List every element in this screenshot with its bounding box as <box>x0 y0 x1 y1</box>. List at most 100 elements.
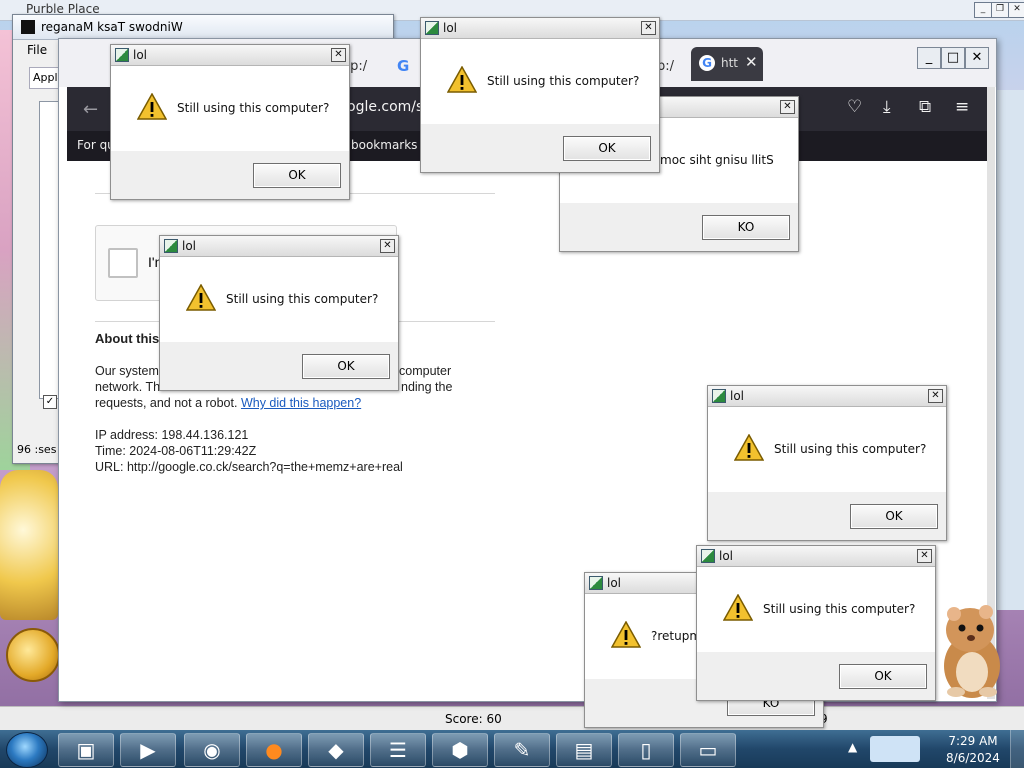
dialog-message: Still using this computer? <box>487 74 640 88</box>
download-icon[interactable]: ⤓ <box>883 97 891 117</box>
notepad-icon: ☰ <box>389 738 407 762</box>
ip-address: IP address: 198.44.136.121 <box>95 428 249 442</box>
app-icon <box>712 389 726 403</box>
dialog: lol ✕ Still using this computer? OK <box>159 235 399 391</box>
warning-icon <box>723 594 753 621</box>
paint-icon: ✎ <box>513 738 531 762</box>
screen-icon: ▭ <box>698 738 718 762</box>
menu-file[interactable]: File <box>27 43 47 57</box>
dialog-title: lol <box>443 21 458 35</box>
taskbar-item-firefox[interactable]: ● <box>246 733 302 767</box>
warning-icon <box>186 284 216 311</box>
network-icon[interactable] <box>870 736 920 762</box>
show-desktop-button[interactable] <box>1010 730 1024 768</box>
active-tab-label: htt <box>721 56 739 70</box>
menu-icon[interactable]: ≡ <box>955 97 969 117</box>
active-tab[interactable]: G htt ✕ <box>691 47 763 81</box>
paragraph-text: network. Th <box>95 380 161 394</box>
clock-date[interactable]: 8/6/2024 <box>944 751 1002 765</box>
ok-button[interactable]: KO <box>702 215 790 240</box>
dialog-footer: OK <box>708 492 946 540</box>
close-icon[interactable]: ✕ <box>917 549 932 563</box>
taskbar-item-cube[interactable]: ⬢ <box>432 733 488 767</box>
ok-button[interactable]: OK <box>253 163 341 188</box>
dialog: lol ✕ Still using this computer? OK <box>707 385 947 541</box>
task-manager-title: reganaM ksaT swodniW <box>41 20 183 34</box>
dialog-titlebar[interactable]: lol ✕ <box>708 386 946 407</box>
monitor-icon: ▤ <box>574 738 594 762</box>
taskbar-item-media[interactable]: ▶ <box>120 733 176 767</box>
task-manager-icon <box>21 20 35 34</box>
dialog-footer: KO <box>560 203 798 251</box>
taskbar-item-paint[interactable]: ✎ <box>494 733 550 767</box>
ok-button[interactable]: OK <box>563 136 651 161</box>
ok-button[interactable]: OK <box>850 504 938 529</box>
clock-time[interactable]: 7:29 AM <box>944 734 1002 748</box>
dialog-title: lol <box>182 239 197 253</box>
taskbar-item-globe[interactable]: ◉ <box>184 733 240 767</box>
dialog-title: lol <box>133 48 148 62</box>
task-manager-titlebar[interactable]: reganaM ksaT swodniW <box>13 15 393 40</box>
close-icon[interactable]: ✕ <box>331 48 346 62</box>
gold-coin-icon[interactable] <box>6 628 60 682</box>
ok-button[interactable]: OK <box>839 664 927 689</box>
close-icon[interactable]: ✕ <box>780 100 795 114</box>
taskbar-item-game[interactable]: ◆ <box>308 733 364 767</box>
taskbar-item-monitor[interactable]: ▤ <box>556 733 612 767</box>
paragraph-text: nding the <box>401 380 453 394</box>
minimize-button[interactable]: _ <box>917 47 941 69</box>
candy-jar-art <box>0 470 58 620</box>
side-window-edge <box>996 90 1024 610</box>
taskbar-item-notepad[interactable]: ☰ <box>370 733 426 767</box>
tray-arrow-icon[interactable]: ▲ <box>848 740 857 754</box>
cube-icon: ⬢ <box>451 738 469 762</box>
why-link[interactable]: Why did this happen? <box>241 396 361 410</box>
taskbar-item-tablet[interactable]: ▯ <box>618 733 674 767</box>
app-icon <box>425 21 439 35</box>
dialog-footer: OK <box>160 342 398 390</box>
warning-icon <box>734 434 764 461</box>
url-info: URL: http://google.co.ck/search?q=the+me… <box>95 460 403 474</box>
dialog-titlebar[interactable]: lol ✕ <box>697 546 935 567</box>
extensions-icon[interactable]: ⧉ <box>919 97 931 117</box>
ok-button[interactable]: OK <box>302 354 390 379</box>
dialog-message: Still using this computer? <box>177 101 330 115</box>
bookmarks-hint: bookmarks t <box>351 138 426 152</box>
pocket-icon[interactable]: ♡ <box>847 97 862 117</box>
dialog-titlebar[interactable]: lol ✕ <box>160 236 398 257</box>
system-tray[interactable]: ▲ <box>840 732 940 766</box>
warning-icon <box>137 93 167 120</box>
about-heading: About this <box>95 331 160 346</box>
close-tab-icon[interactable]: ✕ <box>745 53 758 71</box>
close-icon[interactable]: ✕ <box>641 21 656 35</box>
maximize-button[interactable]: □ <box>941 47 965 69</box>
timestamp: Time: 2024-08-06T11:29:42Z <box>95 444 257 458</box>
app-icon <box>589 576 603 590</box>
app-icon <box>701 549 715 563</box>
dialog-titlebar[interactable]: lol ✕ <box>111 45 349 66</box>
dialog-titlebar[interactable]: lol ✕ <box>421 18 659 39</box>
minimize-button[interactable]: _ <box>974 2 992 18</box>
app-icon <box>115 48 129 62</box>
always-on-top-checkbox[interactable]: ✓ <box>43 395 57 409</box>
close-button[interactable]: ✕ <box>965 47 989 69</box>
start-button[interactable] <box>6 732 48 768</box>
dialog-message: ?retupm <box>651 629 702 643</box>
close-icon[interactable]: ✕ <box>380 239 395 253</box>
score-label: Score: 60 <box>445 712 502 726</box>
paragraph-text: computer <box>399 364 452 378</box>
recaptcha-checkbox[interactable] <box>108 248 138 278</box>
dialog-message: Still using this computer? <box>774 442 927 456</box>
taskbar-item-screen[interactable]: ▭ <box>680 733 736 767</box>
back-arrow-icon[interactable]: ← <box>83 99 98 120</box>
hamster-sprite <box>944 605 1000 698</box>
dialog: lol ✕ Still using this computer? OK <box>420 17 660 173</box>
paragraph-text: requests, and not a robot. Why did this … <box>95 396 361 410</box>
paragraph-text: Our system <box>95 364 159 378</box>
dialog-message: Still using this computer? <box>763 602 916 616</box>
restore-button[interactable]: ❐ <box>991 2 1009 18</box>
app-icon <box>164 239 178 253</box>
taskbar-item-cmd[interactable]: ▣ <box>58 733 114 767</box>
close-icon[interactable]: ✕ <box>928 389 943 403</box>
close-button[interactable]: ✕ <box>1008 2 1024 18</box>
